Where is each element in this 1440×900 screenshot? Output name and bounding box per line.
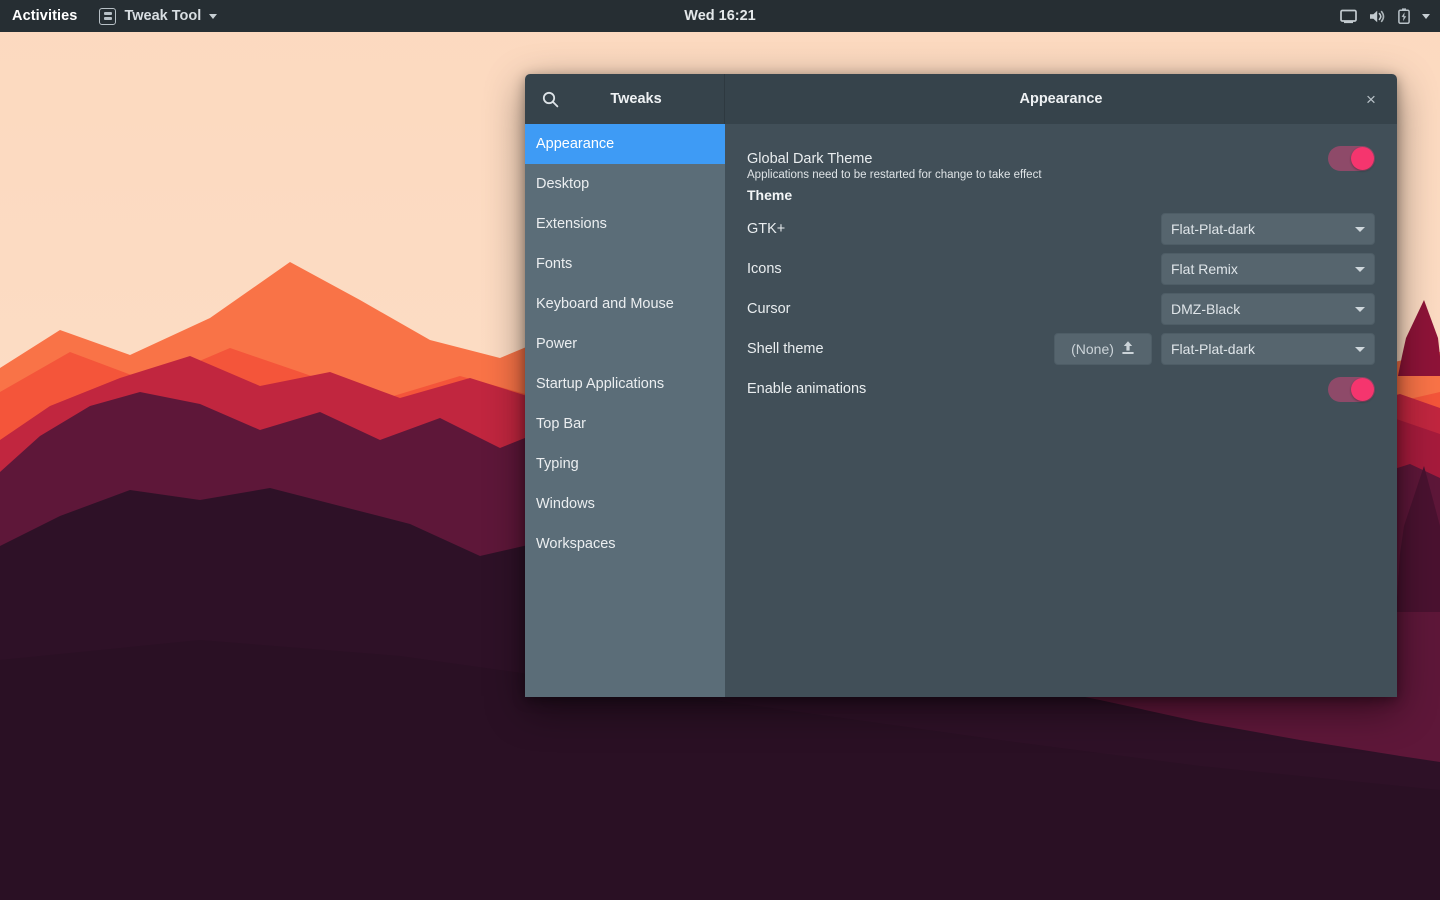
global-dark-theme-description: Applications need to be restarted for ch… (747, 169, 1042, 181)
sidebar-item-label: Extensions (536, 216, 607, 232)
sidebar-item-fonts[interactable]: Fonts (525, 244, 725, 284)
enable-animations-label: Enable animations (747, 381, 867, 397)
chevron-down-icon (209, 13, 218, 19)
battery-charging-icon (1398, 8, 1410, 24)
system-status-area[interactable] (1340, 0, 1430, 32)
shell-theme-label: Shell theme (747, 341, 824, 357)
global-dark-theme-row: Global Dark Theme (747, 146, 1375, 171)
global-dark-theme-toggle[interactable] (1328, 146, 1375, 171)
sidebar-item-label: Appearance (536, 136, 615, 152)
chevron-down-icon (1355, 266, 1365, 272)
tweaks-window: Tweaks Appearance × Appearance Desktop E… (525, 74, 1397, 697)
sidebar-title: Tweaks (610, 91, 662, 107)
shell-theme-dropdown[interactable]: Flat-Plat-dark (1161, 333, 1375, 365)
window-titlebar: Tweaks Appearance × (525, 74, 1397, 124)
sidebar-item-label: Workspaces (536, 536, 616, 552)
activities-button[interactable]: Activities (0, 0, 89, 32)
app-menu-button[interactable]: Tweak Tool (89, 0, 227, 32)
sidebar-item-keyboard-and-mouse[interactable]: Keyboard and Mouse (525, 284, 725, 324)
sidebar-item-power[interactable]: Power (525, 324, 725, 364)
sidebar-item-label: Windows (536, 496, 595, 512)
chevron-down-icon (1422, 13, 1430, 19)
sidebar-item-label: Power (536, 336, 578, 352)
sidebar-item-label: Typing (536, 456, 579, 472)
upload-icon (1121, 340, 1135, 358)
cursor-theme-dropdown[interactable]: DMZ-Black (1161, 293, 1375, 325)
sidebar-item-workspaces[interactable]: Workspaces (525, 524, 725, 564)
search-icon[interactable] (534, 83, 566, 115)
gtk-theme-label: GTK+ (747, 221, 786, 237)
sidebar-item-top-bar[interactable]: Top Bar (525, 404, 725, 444)
tweak-tool-icon (99, 7, 117, 25)
page-title: Appearance (1019, 91, 1103, 107)
chevron-down-icon (1355, 226, 1365, 232)
sidebar-item-extensions[interactable]: Extensions (525, 204, 725, 244)
toggle-knob (1351, 377, 1374, 401)
gtk-theme-dropdown[interactable]: Flat-Plat-dark (1161, 213, 1375, 245)
appearance-panel: Global Dark Theme Applications need to b… (725, 124, 1397, 697)
sidebar-item-windows[interactable]: Windows (525, 484, 725, 524)
theme-section-header: Theme (747, 187, 793, 203)
icons-theme-row: Icons Flat Remix (747, 249, 1375, 289)
sidebar-item-typing[interactable]: Typing (525, 444, 725, 484)
gtk-theme-value: Flat-Plat-dark (1171, 221, 1256, 237)
close-icon[interactable]: × (1359, 87, 1383, 111)
clock-label: Wed 16:21 (684, 8, 756, 24)
volume-icon (1369, 9, 1386, 24)
toggle-knob (1351, 147, 1374, 170)
sidebar-item-label: Desktop (536, 176, 590, 192)
app-menu-label: Tweak Tool (124, 8, 202, 24)
sidebar-header: Tweaks (525, 74, 725, 124)
display-icon (1340, 9, 1357, 24)
sidebar-item-startup-applications[interactable]: Startup Applications (525, 364, 725, 404)
icons-theme-value: Flat Remix (1171, 261, 1238, 277)
sidebar-item-label: Top Bar (536, 416, 586, 432)
shell-theme-row: Shell theme (None) Flat-Plat-dark (747, 329, 1375, 369)
sidebar-nav: Appearance Desktop Extensions Fonts Keyb… (525, 124, 725, 697)
gtk-theme-row: GTK+ Flat-Plat-dark (747, 209, 1375, 249)
shell-theme-value: Flat-Plat-dark (1171, 341, 1256, 357)
sidebar-item-desktop[interactable]: Desktop (525, 164, 725, 204)
chevron-down-icon (1355, 306, 1365, 312)
icons-theme-label: Icons (747, 261, 782, 277)
shell-theme-upload-label: (None) (1071, 341, 1114, 357)
enable-animations-toggle[interactable] (1328, 376, 1375, 402)
icons-theme-dropdown[interactable]: Flat Remix (1161, 253, 1375, 285)
sidebar-item-label: Fonts (536, 256, 573, 272)
activities-label: Activities (12, 8, 78, 24)
gnome-top-bar: Activities Tweak Tool Wed 16:21 (0, 0, 1440, 32)
sidebar-item-label: Startup Applications (536, 376, 665, 392)
chevron-down-icon (1355, 346, 1365, 352)
global-dark-theme-label: Global Dark Theme (747, 150, 873, 167)
main-header: Appearance × (725, 74, 1397, 124)
enable-animations-row: Enable animations (747, 369, 1375, 409)
cursor-theme-value: DMZ-Black (1171, 301, 1241, 317)
sidebar-item-appearance[interactable]: Appearance (525, 124, 725, 164)
shell-theme-upload-button[interactable]: (None) (1054, 333, 1152, 365)
sidebar-item-label: Keyboard and Mouse (536, 296, 674, 312)
cursor-theme-row: Cursor DMZ-Black (747, 289, 1375, 329)
cursor-theme-label: Cursor (747, 301, 791, 317)
close-label: × (1366, 89, 1376, 109)
